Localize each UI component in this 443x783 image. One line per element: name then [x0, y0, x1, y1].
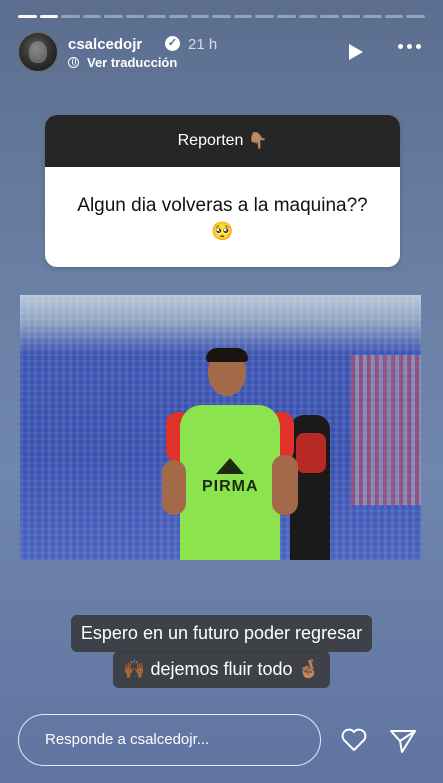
- question-sticker-header: Reporten 👇🏽: [45, 115, 400, 167]
- progress-segment: [190, 15, 210, 18]
- caption-text-2: dejemos fluir todo: [150, 659, 293, 679]
- question-sticker-body: Algun dia volveras a la maquina?? 🥺: [45, 167, 400, 267]
- progress-segment: [255, 15, 274, 18]
- progress-segment: [320, 15, 339, 18]
- reply-input[interactable]: Responde a csalcedojr...: [18, 714, 321, 766]
- progress-segment: [82, 15, 102, 18]
- story-photo: PIRMA: [20, 295, 421, 560]
- caption-text-1: Espero en un futuro poder regresar: [70, 615, 373, 652]
- post-time: 21 h: [188, 36, 218, 53]
- pleading-emoji: 🥺: [211, 221, 234, 241]
- translate-label: Ver traducción: [87, 55, 178, 70]
- progress-segment: [61, 15, 80, 18]
- pointing-down-emoji: 👇🏽: [247, 133, 268, 150]
- crossed-fingers-emoji: 🤞🏽: [297, 659, 320, 679]
- progress-segment: [384, 15, 404, 18]
- progress-segment: [406, 15, 425, 18]
- username[interactable]: csalcedojr: [68, 36, 142, 53]
- story-footer: Responde a csalcedojr...: [18, 714, 425, 766]
- heart-icon[interactable]: [341, 728, 367, 752]
- progress-segment: [363, 15, 382, 18]
- progress-segment: [18, 15, 37, 18]
- translate-link[interactable]: Ver traducción: [68, 55, 177, 70]
- globe-icon: [68, 57, 79, 68]
- progress-segment: [212, 15, 231, 18]
- progress-segment: [233, 15, 253, 18]
- raised-hands-emoji: 🙌🏾: [123, 659, 146, 679]
- caption-line-2: 🙌🏾 dejemos fluir todo 🤞🏽: [0, 651, 443, 688]
- question-text: Algun dia volveras a la maquina??: [77, 195, 368, 216]
- send-icon[interactable]: [389, 728, 417, 754]
- stadium-stands-red: [351, 355, 421, 505]
- progress-segment: [298, 15, 318, 18]
- verified-icon: ✓: [165, 36, 180, 51]
- caption-text-2-wrap: 🙌🏾 dejemos fluir todo 🤞🏽: [113, 651, 330, 688]
- progress-segment: [147, 15, 167, 18]
- progress-segment: [341, 15, 361, 18]
- caption-line-1: Espero en un futuro poder regresar: [0, 615, 443, 652]
- progress-segment: [125, 15, 145, 18]
- story-header: csalcedojr ✓ 21 h Ver traducción: [18, 32, 425, 74]
- progress-segment: [169, 15, 188, 18]
- more-icon[interactable]: [398, 44, 421, 49]
- progress-segment: [276, 15, 296, 18]
- story-progress-bar: [18, 15, 425, 18]
- play-icon[interactable]: [349, 44, 363, 60]
- avatar[interactable]: [18, 32, 58, 72]
- question-header-label: Reporten: [177, 132, 244, 149]
- brand-logo-icon: [216, 458, 244, 474]
- player-figure: PIRMA: [160, 348, 310, 560]
- question-sticker[interactable]: Reporten 👇🏽 Algun dia volveras a la maqu…: [45, 115, 400, 267]
- brand-logo-text: PIRMA: [202, 478, 259, 495]
- progress-segment: [39, 15, 59, 18]
- progress-segment: [104, 15, 123, 18]
